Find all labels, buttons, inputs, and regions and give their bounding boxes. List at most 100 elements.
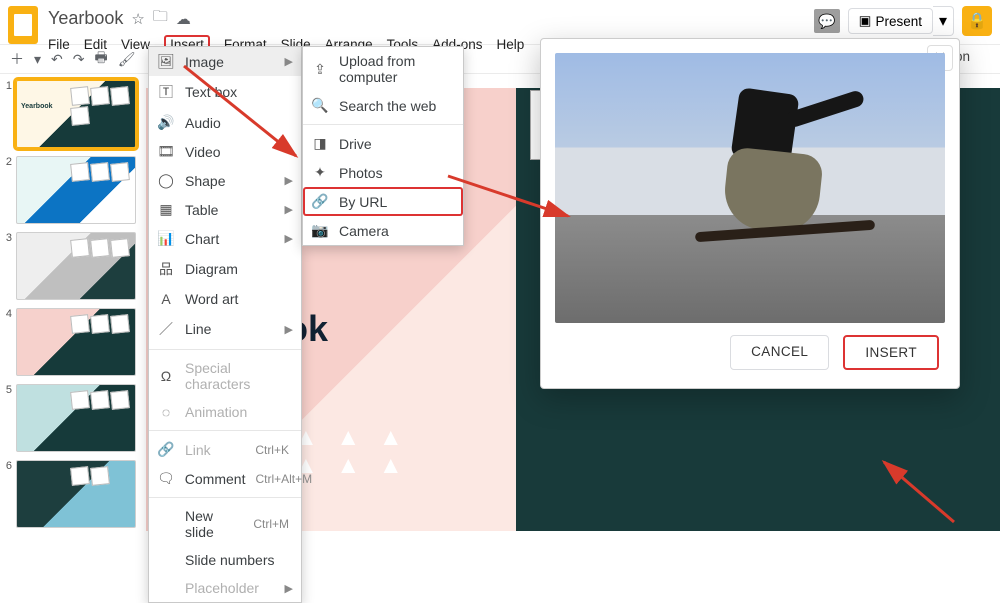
insert-slide-numbers[interactable]: Slide numbers	[149, 546, 301, 574]
insert-comment[interactable]: 🗨 Comment Ctrl+Alt+M	[149, 464, 301, 493]
insert-new-slide[interactable]: New slide Ctrl+M	[149, 502, 301, 546]
insert-animation: ◌ Animation	[149, 398, 301, 426]
image-camera-label: Camera	[339, 223, 455, 239]
image-by-url[interactable]: 🔗 By URL	[303, 187, 463, 216]
insert-image[interactable]: 🖼 Image ▶	[149, 47, 301, 76]
slide-thumb-2[interactable]: 2	[2, 156, 144, 224]
insert-line-label: Line	[185, 321, 275, 337]
document-title[interactable]: Yearbook	[48, 8, 123, 29]
present-label: Present	[875, 14, 922, 29]
image-upload[interactable]: ⇪ Upload from computer	[303, 47, 463, 91]
insert-newslide-label: New slide	[185, 508, 243, 540]
insert-chart-label: Chart	[185, 231, 275, 247]
share-lock-button[interactable]: 🔒	[962, 6, 992, 36]
redo-tool[interactable]: ↷	[73, 51, 85, 68]
insert-chart[interactable]: 📊 Chart ▶	[149, 224, 301, 253]
insert-shape-label: Shape	[185, 173, 275, 189]
diagram-icon: 品	[157, 259, 175, 279]
insert-diagram[interactable]: 品 Diagram	[149, 253, 301, 285]
present-dropdown[interactable]: ▾	[933, 6, 954, 36]
animation-icon: ◌	[157, 404, 175, 420]
search-icon: 🔍	[311, 97, 329, 114]
link-icon: 🔗	[157, 441, 175, 458]
open-comments-button[interactable]: 💬	[814, 9, 840, 33]
cancel-button[interactable]: CANCEL	[730, 335, 829, 370]
insert-placeholder: Placeholder ▶	[149, 574, 301, 602]
chevron-right-icon: ▶	[285, 174, 293, 187]
insert-menu-dropdown: 🖼 Image ▶ 🅃 Text box 🔊 Audio 🎞 Video ◯ S…	[148, 46, 302, 603]
slide-panel[interactable]: 1 Yearbook 2 3 4 5 6	[0, 74, 146, 531]
insert-wordart-label: Word art	[185, 291, 293, 307]
photos-icon: ✦	[311, 164, 329, 181]
table-icon: ▦	[157, 201, 175, 218]
present-icon: ▣	[859, 13, 872, 29]
link-shortcut: Ctrl+K	[255, 443, 289, 457]
insert-special-label: Special characters	[185, 360, 293, 392]
comment-shortcut: Ctrl+Alt+M	[255, 472, 312, 486]
image-drive[interactable]: ◨ Drive	[303, 129, 463, 158]
slide-thumb-5[interactable]: 5	[2, 384, 144, 452]
insert-link-label: Link	[185, 442, 245, 458]
insert-special-characters: Ω Special characters	[149, 354, 301, 398]
insert-textbox-label: Text box	[185, 84, 293, 100]
new-slide-dropdown[interactable]: ▾	[34, 51, 41, 68]
camera-icon: 📷	[311, 222, 329, 239]
special-chars-icon: Ω	[157, 368, 175, 384]
insert-wordart[interactable]: A Word art	[149, 285, 301, 313]
drive-icon: ◨	[311, 135, 329, 152]
insert-link: 🔗 Link Ctrl+K	[149, 435, 301, 464]
insert-line[interactable]: ／ Line ▶	[149, 313, 301, 345]
insert-image-submenu: ⇪ Upload from computer 🔍 Search the web …	[302, 46, 464, 246]
slides-app-icon[interactable]	[8, 6, 38, 44]
wordart-icon: A	[157, 291, 175, 307]
audio-icon: 🔊	[157, 114, 175, 131]
image-icon: 🖼	[157, 53, 175, 70]
textbox-icon: 🅃	[157, 82, 175, 102]
image-preview	[555, 53, 945, 323]
insert-comment-label: Comment	[185, 471, 246, 487]
cloud-status-icon[interactable]: ☁	[176, 10, 191, 28]
insert-table[interactable]: ▦ Table ▶	[149, 195, 301, 224]
line-icon: ／	[157, 319, 175, 339]
undo-tool[interactable]: ↶	[51, 51, 63, 68]
link-icon: 🔗	[311, 193, 329, 210]
insert-placeholder-label: Placeholder	[185, 580, 275, 596]
insert-audio[interactable]: 🔊 Audio	[149, 108, 301, 137]
paint-format-tool[interactable]: 🖌	[118, 51, 136, 68]
print-tool[interactable]: 🖶	[95, 47, 108, 71]
insert-textbox[interactable]: 🅃 Text box	[149, 76, 301, 108]
menu-help[interactable]: Help	[496, 37, 524, 52]
skater-figure	[665, 71, 865, 271]
image-photos-label: Photos	[339, 165, 455, 181]
image-search-web[interactable]: 🔍 Search the web	[303, 91, 463, 120]
insert-image-label: Image	[185, 54, 275, 70]
image-upload-label: Upload from computer	[339, 53, 455, 85]
image-camera[interactable]: 📷 Camera	[303, 216, 463, 245]
insert-video[interactable]: 🎞 Video	[149, 137, 301, 166]
slide-thumb-3[interactable]: 3	[2, 232, 144, 300]
star-icon[interactable]: ☆	[131, 10, 144, 28]
comment-icon: 🗨	[157, 470, 175, 487]
present-button[interactable]: ▣ Present	[848, 8, 933, 34]
insert-slidenumbers-label: Slide numbers	[185, 552, 293, 568]
insert-audio-label: Audio	[185, 115, 293, 131]
insert-animation-label: Animation	[185, 404, 293, 420]
chevron-right-icon: ▶	[285, 323, 293, 336]
insert-shape[interactable]: ◯ Shape ▶	[149, 166, 301, 195]
insert-image-dialog: ✕ CANCEL INSERT	[540, 38, 960, 389]
slide-thumb-4[interactable]: 4	[2, 308, 144, 376]
chart-icon: 📊	[157, 230, 175, 247]
insert-table-label: Table	[185, 202, 275, 218]
chevron-right-icon: ▶	[285, 582, 293, 595]
video-icon: 🎞	[157, 143, 175, 160]
image-drive-label: Drive	[339, 136, 455, 152]
slide-thumb-6[interactable]: 6	[2, 460, 144, 528]
move-icon[interactable]: 🗀	[153, 6, 168, 31]
insert-video-label: Video	[185, 144, 293, 160]
slide-thumb-1[interactable]: 1 Yearbook	[2, 80, 144, 148]
image-photos[interactable]: ✦ Photos	[303, 158, 463, 187]
chevron-right-icon: ▶	[285, 203, 293, 216]
image-by-url-label: By URL	[339, 194, 455, 210]
new-slide-tool[interactable]: ＋	[10, 49, 24, 69]
insert-button[interactable]: INSERT	[843, 335, 939, 370]
